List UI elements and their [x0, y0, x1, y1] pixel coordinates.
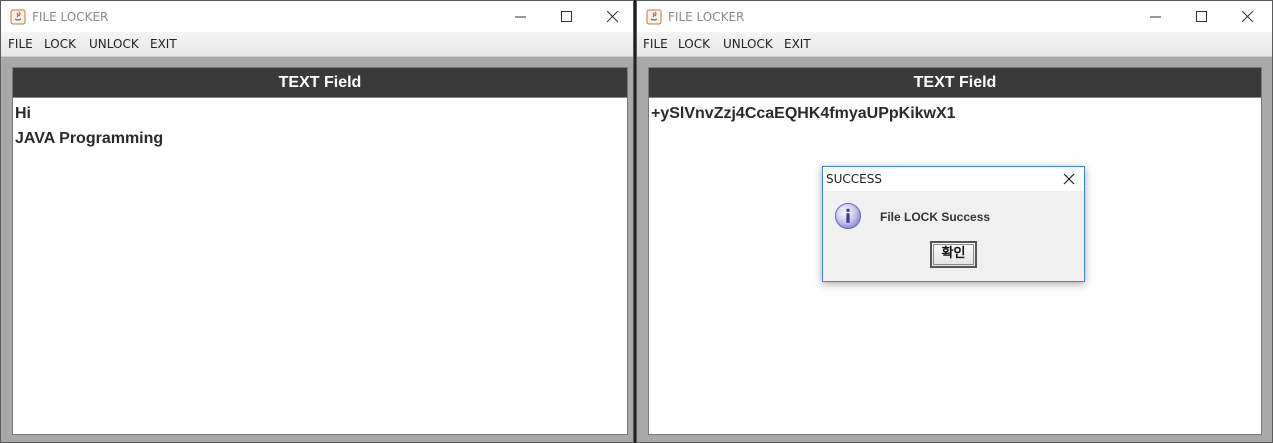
info-icon — [835, 203, 861, 229]
menu-file[interactable]: FILE — [643, 37, 668, 51]
dialog-message: File LOCK Success — [880, 210, 991, 224]
text-area[interactable]: Hi JAVA Programming — [15, 101, 625, 432]
success-dialog: SUCCESS File LOCK Success 확인 — [822, 166, 1085, 282]
menu-lock[interactable]: LOCK — [678, 37, 710, 51]
menu-exit[interactable]: EXIT — [150, 37, 177, 51]
dialog-titlebar[interactable]: SUCCESS — [823, 167, 1084, 191]
minimize-icon — [515, 16, 526, 18]
minimize-icon — [1150, 16, 1161, 18]
text-line: +ySlVnvZzj4CcaEQHK4fmyaUPpKikwX1 — [651, 105, 956, 122]
java-app-icon — [646, 9, 662, 25]
text-line: JAVA Programming — [15, 130, 164, 147]
close-icon[interactable] — [1062, 172, 1076, 186]
text-line: Hi — [15, 105, 31, 122]
menu-bar: FILE LOCK UNLOCK EXIT — [1, 32, 633, 57]
file-locker-window-left: FILE LOCKER FILE LOCK UNLOCK EXIT TEXT F… — [0, 0, 634, 443]
panel-title: TEXT Field — [649, 68, 1261, 98]
text-panel: TEXT Field Hi JAVA Programming — [12, 67, 628, 435]
menu-unlock[interactable]: UNLOCK — [89, 37, 139, 51]
maximize-button[interactable] — [1179, 1, 1225, 32]
java-app-icon — [10, 9, 26, 25]
menu-exit[interactable]: EXIT — [784, 37, 811, 51]
window-title: FILE LOCKER — [32, 10, 109, 24]
menu-file[interactable]: FILE — [8, 37, 33, 51]
close-button[interactable] — [590, 1, 633, 32]
close-button[interactable] — [1225, 1, 1271, 32]
maximize-icon — [1196, 11, 1207, 22]
menu-bar: FILE LOCK UNLOCK EXIT — [637, 32, 1272, 57]
maximize-icon — [561, 11, 572, 22]
dialog-title: SUCCESS — [826, 172, 882, 186]
close-icon — [607, 11, 619, 23]
close-icon — [1242, 11, 1254, 23]
maximize-button[interactable] — [544, 1, 590, 32]
panel-title: TEXT Field — [13, 68, 627, 98]
minimize-button[interactable] — [1133, 1, 1179, 32]
window-titlebar[interactable]: FILE LOCKER — [1, 1, 633, 32]
minimize-button[interactable] — [498, 1, 544, 32]
ok-button[interactable]: 확인 — [930, 241, 977, 268]
window-titlebar[interactable]: FILE LOCKER — [637, 1, 1272, 32]
menu-lock[interactable]: LOCK — [44, 37, 76, 51]
window-title: FILE LOCKER — [668, 10, 745, 24]
menu-unlock[interactable]: UNLOCK — [723, 37, 773, 51]
